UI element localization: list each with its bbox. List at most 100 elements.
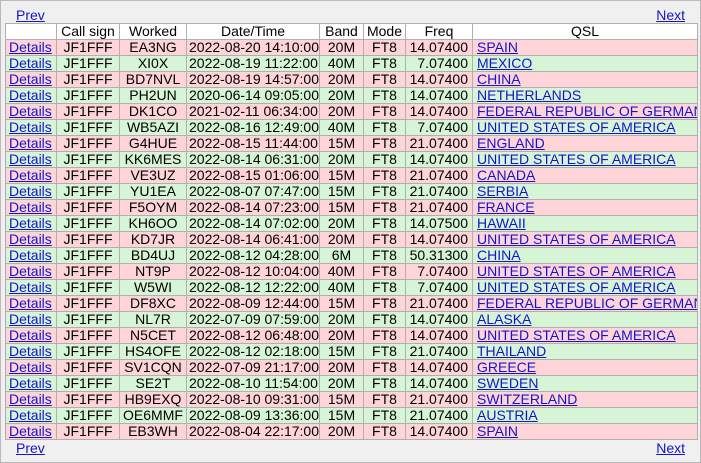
mode-cell: FT8 [363,423,406,440]
top-pagination: Prev Next [1,8,700,23]
table-row: Details JF1FFF HS4OFE 2022-08-12 02:18:00 15… [5,343,698,360]
details-link[interactable]: Details [9,345,52,359]
qsl-country-link[interactable]: UNITED STATES OF AMERICA [477,233,676,247]
details-link[interactable]: Details [9,73,52,87]
next-link[interactable]: Next [656,8,685,23]
table-row: Details JF1FFF NL7R 2022-07-09 07:59:00 20M F… [5,311,698,328]
qsl-country-link[interactable]: CANADA [477,169,535,183]
band-cell: 20M [319,311,364,328]
qsl-country-link[interactable]: GREECE [477,361,536,375]
qsl-country-link[interactable]: UNITED STATES OF AMERICA [477,329,676,343]
qsl-country-link[interactable]: FEDERAL REPUBLIC OF GERMANY [477,297,697,311]
details-link[interactable]: Details [9,57,52,71]
worked-cell: EB3WH [119,423,187,440]
details-link[interactable]: Details [9,297,52,311]
qsl-country-link[interactable]: SPAIN [477,425,518,439]
call-sign-cell: JF1FFF [56,71,120,88]
details-link[interactable]: Details [9,169,52,183]
qsl-cell: SPAIN [472,423,698,440]
worked-cell: G4HUE [119,135,187,152]
details-link[interactable]: Details [9,425,52,439]
details-link[interactable]: Details [9,41,52,55]
band-cell: 20M [319,423,364,440]
mode-cell: FT8 [363,407,406,424]
call-sign-cell: JF1FFF [56,279,120,296]
freq-cell: 7.07400 [405,55,473,72]
qsl-country-link[interactable]: FRANCE [477,201,535,215]
datetime-cell: 2022-08-20 14:10:00 [186,39,320,56]
table-row: Details JF1FFF N5CET 2022-08-12 06:48:00 20M… [5,327,698,344]
qsl-country-link[interactable]: CHINA [477,249,521,263]
qsl-country-link[interactable]: UNITED STATES OF AMERICA [477,281,676,295]
details-link[interactable]: Details [9,281,52,295]
details-link[interactable]: Details [9,153,52,167]
call-sign-cell: JF1FFF [56,263,120,280]
qsl-country-link[interactable]: SPAIN [477,41,518,55]
details-link[interactable]: Details [9,217,52,231]
qsl-country-link[interactable]: UNITED STATES OF AMERICA [477,153,676,167]
details-link[interactable]: Details [9,105,52,119]
qsl-country-link[interactable]: ENGLAND [477,137,545,151]
worked-cell: SE2T [119,375,187,392]
worked-cell: BD7NVL [119,71,187,88]
call-sign-cell: JF1FFF [56,311,120,328]
qsl-cell: SWITZERLAND [472,391,698,408]
freq-cell: 21.07400 [405,183,473,200]
details-link[interactable]: Details [9,313,52,327]
qso-log-table: Call sign Worked Date/Time Band Mode Fre… [5,23,698,440]
details-link[interactable]: Details [9,377,52,391]
details-link[interactable]: Details [9,185,52,199]
band-cell: 20M [319,151,364,168]
band-cell: 15M [319,343,364,360]
datetime-cell: 2022-08-04 22:17:00 [186,423,320,440]
freq-cell: 21.07400 [405,295,473,312]
mode-cell: FT8 [363,167,406,184]
qsl-country-link[interactable]: SWEDEN [477,377,538,391]
details-link[interactable]: Details [9,409,52,423]
call-sign-cell: JF1FFF [56,407,120,424]
details-cell: Details [5,231,57,248]
datetime-cell: 2020-06-14 09:05:00 [186,87,320,104]
prev-link-bottom[interactable]: Prev [16,441,45,456]
next-link-bottom[interactable]: Next [656,441,685,456]
table-row: Details JF1FFF EA3NG 2022-08-20 14:10:00 20M… [5,39,698,56]
details-link[interactable]: Details [9,329,52,343]
qsl-country-link[interactable]: HAWAII [477,217,526,231]
band-cell: 6M [319,247,364,264]
freq-cell: 14.07400 [405,311,473,328]
band-cell: 20M [319,231,364,248]
qsl-country-link[interactable]: AUSTRIA [477,409,538,423]
freq-cell: 14.07400 [405,87,473,104]
details-link[interactable]: Details [9,89,52,103]
column-header-datetime: Date/Time [186,23,320,40]
qsl-country-link[interactable]: UNITED STATES OF AMERICA [477,265,676,279]
details-link[interactable]: Details [9,201,52,215]
qsl-cell: SPAIN [472,39,698,56]
qsl-country-link[interactable]: SERBIA [477,185,528,199]
freq-cell: 21.07400 [405,167,473,184]
qsl-country-link[interactable]: CHINA [477,73,521,87]
qsl-country-link[interactable]: NETHERLANDS [477,89,581,103]
datetime-cell: 2022-08-09 12:44:00 [186,295,320,312]
qsl-country-link[interactable]: FEDERAL REPUBLIC OF GERMANY [477,105,697,119]
qsl-country-link[interactable]: SWITZERLAND [477,393,577,407]
details-link[interactable]: Details [9,265,52,279]
call-sign-cell: JF1FFF [56,359,120,376]
qsl-country-link[interactable]: ALASKA [477,313,531,327]
details-cell: Details [5,279,57,296]
details-link[interactable]: Details [9,233,52,247]
details-link[interactable]: Details [9,361,52,375]
details-link[interactable]: Details [9,393,52,407]
details-link[interactable]: Details [9,249,52,263]
band-cell: 15M [319,135,364,152]
details-cell: Details [5,199,57,216]
details-cell: Details [5,119,57,136]
details-link[interactable]: Details [9,121,52,135]
prev-link[interactable]: Prev [16,8,45,23]
table-row: Details JF1FFF WB5AZI 2022-08-16 12:49:00 40… [5,119,698,136]
details-cell: Details [5,135,57,152]
details-link[interactable]: Details [9,137,52,151]
qsl-country-link[interactable]: THAILAND [477,345,546,359]
qsl-country-link[interactable]: UNITED STATES OF AMERICA [477,121,676,135]
qsl-country-link[interactable]: MEXICO [477,57,532,71]
